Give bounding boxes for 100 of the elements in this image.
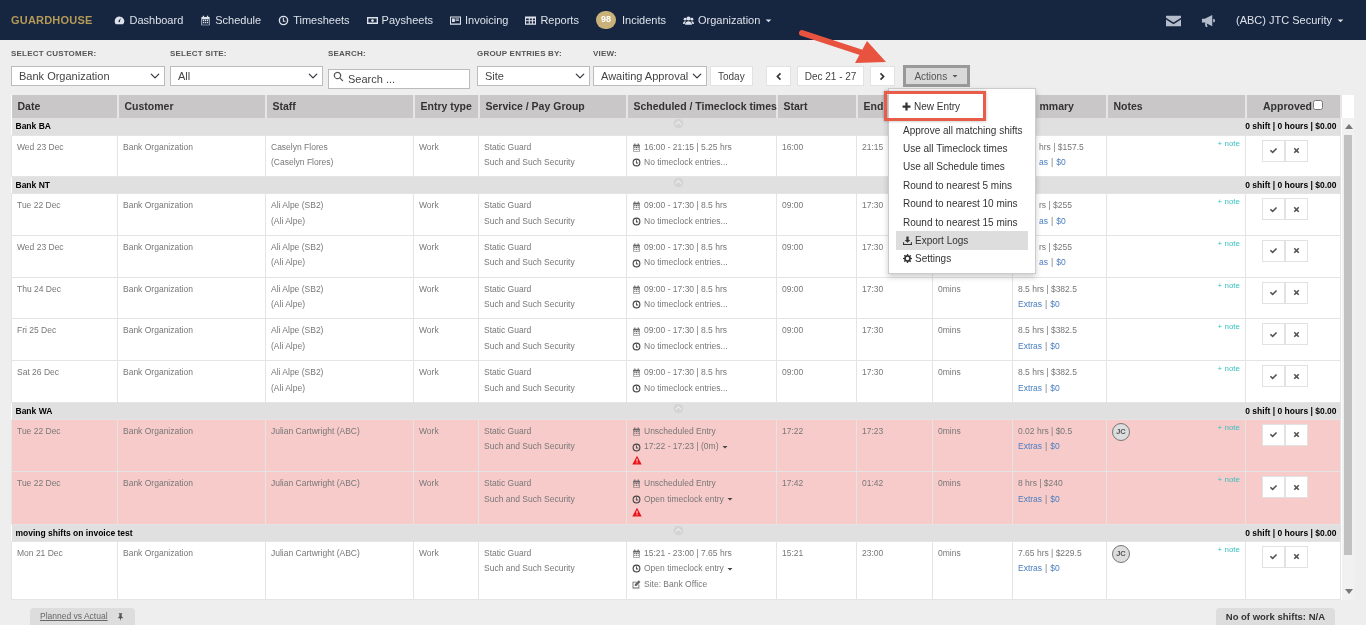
menu-item[interactable]: Export Logs (896, 231, 1028, 250)
add-note-link[interactable]: + note (1217, 319, 1240, 335)
announcements-button[interactable] (1201, 12, 1217, 28)
divider-text: | (1045, 381, 1048, 395)
date-range-button[interactable]: Dec 21 - 27 (796, 66, 865, 86)
extras-link[interactable]: Extras (1018, 338, 1043, 355)
add-note-link[interactable]: + note (1217, 277, 1240, 294)
amount-link[interactable]: $0 (1050, 491, 1060, 508)
extras-link[interactable]: Extras (1018, 561, 1043, 577)
extras-link[interactable]: Extras (1018, 491, 1043, 508)
approve-button[interactable] (1262, 323, 1285, 346)
menu-item[interactable]: Use all Timeclock times (889, 139, 1035, 158)
nav-link[interactable]: Reports (525, 11, 579, 29)
reject-button[interactable] (1285, 476, 1308, 499)
scrollbar[interactable] (1341, 118, 1354, 600)
dropdown-field[interactable]: Bank Organization (11, 66, 165, 86)
menu-item[interactable]: Round to nearest 10 mins (889, 194, 1035, 213)
reject-button[interactable] (1285, 545, 1308, 568)
extras-link[interactable]: as (1039, 155, 1048, 171)
menu-item[interactable]: Settings (889, 249, 1035, 269)
table-cell: Ali Alpe (SB2) (Ali Alpe) (265, 235, 414, 278)
reject-button[interactable] (1285, 365, 1308, 388)
reject-button[interactable] (1285, 423, 1308, 446)
column-header: Approved (1263, 99, 1312, 112)
next-button[interactable] (870, 66, 896, 86)
menu-item[interactable]: New Entry (884, 91, 986, 121)
amount-link[interactable]: $0 (1056, 155, 1066, 171)
approve-button[interactable] (1262, 281, 1285, 304)
dropdown-field[interactable]: Site (477, 66, 590, 86)
menu-item[interactable]: Use all Schedule times (889, 157, 1035, 177)
actions-button[interactable]: Actions (903, 65, 971, 87)
amount-link[interactable]: $0 (1050, 439, 1060, 455)
approve-button[interactable] (1262, 545, 1285, 568)
calendar-icon (200, 14, 212, 26)
approve-button[interactable] (1262, 476, 1285, 499)
nav-link[interactable]: Paysheets (366, 11, 433, 29)
table-cell: Tue 22 Dec (11, 419, 118, 472)
download-icon (903, 236, 912, 246)
add-note-link[interactable]: + note (1217, 361, 1240, 377)
pay-group-text: Such and Such Security (484, 381, 576, 395)
approve-button[interactable] (1262, 198, 1285, 221)
amount-link[interactable]: $0 (1056, 255, 1066, 271)
pay-group-text: Such and Such Security (484, 562, 576, 576)
approve-button[interactable] (1262, 365, 1285, 388)
brand-logo[interactable]: GUARDHOUSE (11, 11, 93, 29)
add-note-link[interactable]: + note (1217, 194, 1240, 210)
amount-link[interactable]: $0 (1050, 297, 1060, 313)
extras-link[interactable]: Extras (1018, 380, 1043, 397)
previous-button[interactable] (765, 66, 791, 86)
table-cell: Bank Organization (117, 235, 266, 278)
amount-link[interactable]: $0 (1050, 338, 1060, 355)
scroll-up-icon[interactable] (1344, 124, 1353, 129)
reject-button[interactable] (1285, 198, 1308, 221)
add-note-link[interactable]: + note (1217, 541, 1240, 558)
extras-link[interactable]: as (1039, 213, 1048, 230)
approve-button[interactable] (1262, 139, 1285, 162)
select-all-checkbox[interactable] (1313, 99, 1323, 110)
nav-link[interactable]: Organization (683, 11, 774, 29)
reject-button[interactable] (1285, 323, 1308, 346)
today-button[interactable]: Today (710, 66, 753, 86)
table-cell: 0mins (932, 318, 1013, 361)
approve-button[interactable] (1262, 423, 1285, 446)
chevron-right-icon (878, 71, 888, 81)
scroll-down-icon[interactable] (1344, 589, 1353, 594)
schedule-text: 09:00 - 17:30 | 8.5 hrs (644, 282, 727, 296)
timeclock-dropdown[interactable]: Open timeclock entry (644, 561, 734, 577)
column-header: Notes (1106, 95, 1246, 118)
pay-group-text: Such and Such Security (484, 256, 576, 270)
search-field[interactable]: Search ... (328, 69, 470, 89)
user-menu[interactable]: (ABC) JTC Security (1236, 11, 1345, 29)
reject-button[interactable] (1285, 239, 1308, 262)
reject-button[interactable] (1285, 139, 1308, 162)
timeclock-dropdown[interactable]: Open timeclock entry (644, 491, 734, 508)
amount-link[interactable]: $0 (1050, 380, 1060, 397)
amount-link[interactable]: $0 (1050, 561, 1060, 577)
extras-link[interactable]: Extras (1018, 439, 1043, 455)
add-note-link[interactable]: + note (1217, 235, 1240, 252)
panel-tab[interactable]: Planned vs Actual (30, 608, 135, 625)
close-icon (1292, 146, 1301, 155)
nav-link[interactable]: Invoicing (450, 11, 509, 29)
table-cell: 09:00 (776, 277, 857, 319)
edit-icon (632, 579, 641, 589)
amount-link[interactable]: $0 (1056, 213, 1066, 230)
menu-item[interactable]: Approve all matching shifts (889, 121, 1035, 140)
megaphone-icon (1201, 12, 1217, 28)
dropdown-field[interactable]: Awaiting Approval (593, 66, 707, 86)
field-label: SELECT CUSTOMER: (11, 48, 98, 60)
reject-button[interactable] (1285, 281, 1308, 304)
extras-link[interactable]: Extras (1018, 297, 1043, 313)
dropdown-field[interactable]: All (170, 66, 323, 86)
nav-link[interactable]: Schedule (200, 11, 262, 29)
add-note-link[interactable]: + note (1217, 135, 1240, 151)
nav-link[interactable]: 98 Incidents (595, 11, 666, 29)
extras-link[interactable]: as (1039, 255, 1048, 271)
nav-link[interactable]: Timesheets (278, 11, 350, 29)
approve-button[interactable] (1262, 239, 1285, 262)
timeclock-dropdown[interactable]: 17:22 - 17:23 | (0m) (644, 439, 729, 455)
column-header: Service / Pay Group (478, 95, 627, 118)
nav-link[interactable]: Dashboard (114, 11, 184, 29)
menu-item[interactable]: Round to nearest 15 mins (889, 212, 1035, 232)
